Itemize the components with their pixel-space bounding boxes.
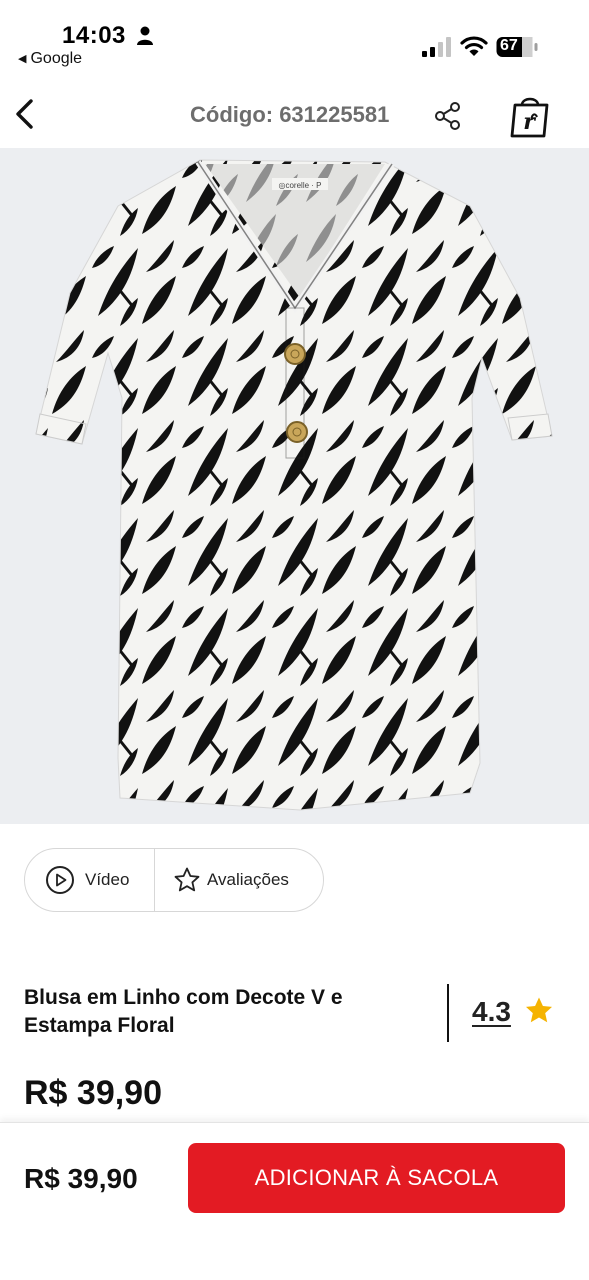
- battery-icon: 67: [496, 36, 538, 58]
- rating-divider: [447, 984, 449, 1042]
- add-to-bag-button[interactable]: ADICIONAR À SACOLA: [188, 1143, 565, 1213]
- product-header: Código: 631225581 r: [0, 80, 589, 150]
- back-to-app-link[interactable]: ◀ Google: [18, 50, 82, 68]
- shopping-bag-button[interactable]: r: [504, 90, 556, 142]
- battery-level: 67: [500, 37, 518, 54]
- share-button[interactable]: [428, 96, 468, 136]
- reviews-tab[interactable]: Avaliações: [155, 849, 323, 911]
- back-button[interactable]: [6, 94, 42, 134]
- video-tab-label: Vídeo: [85, 870, 130, 889]
- product-price: R$ 39,90: [24, 1074, 162, 1112]
- video-tab[interactable]: Vídeo: [25, 849, 155, 911]
- back-triangle-icon: ◀: [18, 53, 27, 65]
- bottom-price: R$ 39,90: [24, 1163, 138, 1194]
- status-bar: 14:03 ◀ Google 67: [0, 0, 589, 80]
- media-tabs: Vídeo Avaliações: [24, 848, 324, 912]
- wifi-icon: [460, 36, 488, 56]
- status-time: 14:03: [62, 22, 126, 49]
- play-icon: [46, 866, 74, 894]
- star-outline-icon: [174, 867, 200, 892]
- reviews-tab-label: Avaliações: [207, 870, 289, 889]
- home-indicator-area: [0, 1229, 589, 1280]
- bottom-action-bar: R$ 39,90 ADICIONAR À SACOLA: [0, 1122, 589, 1280]
- back-icon: [16, 99, 33, 129]
- shopping-bag-icon: r: [510, 97, 549, 138]
- person-icon: [137, 26, 153, 45]
- svg-text:◎corelle · P: ◎corelle · P: [279, 181, 322, 190]
- product-code: Código: 631225581: [190, 102, 390, 127]
- rating-value-link[interactable]: 4.3: [472, 996, 511, 1028]
- svg-text:r: r: [523, 109, 536, 135]
- blouse-photo: ◎corelle · P: [35, 159, 553, 811]
- star-icon: [526, 997, 552, 1023]
- signal-icon: [422, 37, 451, 57]
- back-app-label: Google: [30, 50, 83, 67]
- product-image[interactable]: ◎corelle · P: [0, 148, 589, 824]
- product-title: Blusa em Linho com Decote V e Estampa Fl…: [24, 986, 343, 1037]
- share-icon: [435, 102, 460, 130]
